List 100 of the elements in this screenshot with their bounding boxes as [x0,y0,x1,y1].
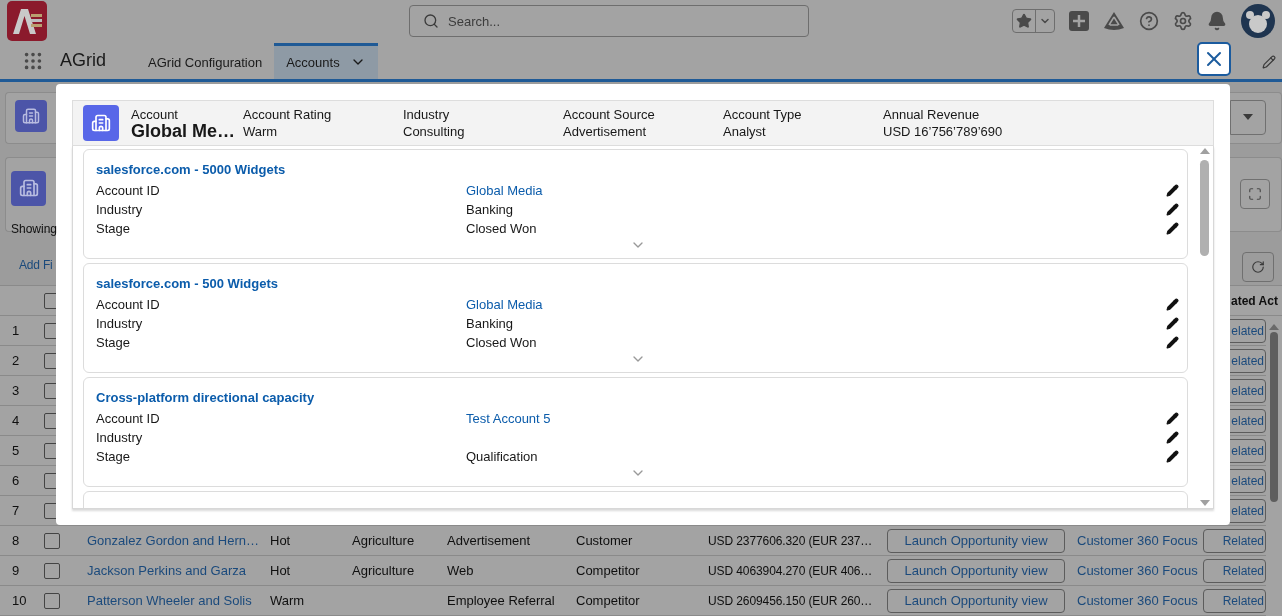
record-title[interactable]: salesforce.com - 500 Widgets [96,274,278,294]
row-number: 4 [11,413,21,428]
account-link[interactable]: Test Account 5 [466,411,551,426]
caret-icon [1243,114,1253,121]
row-number: 7 [11,503,21,518]
focus-link[interactable]: Customer 360 Focus [1068,593,1198,608]
field-value: Analyst [723,123,767,140]
record-title[interactable]: salesforce.com - 5000 Widgets [96,160,286,180]
field-label: Account ID [96,297,161,312]
nav-tab[interactable]: Accounts [274,42,378,79]
field-label: Stage [96,335,131,350]
scroll-up-icon[interactable] [1269,324,1279,330]
field-label: Account Rating [243,106,333,123]
account-link[interactable]: Gonzalez Gordon and Hern… [78,533,261,548]
favorites-button[interactable] [1012,9,1055,34]
showing-text: Showing [11,222,58,236]
row-number: 9 [11,563,21,578]
column-header: ated Act [1231,293,1278,308]
row-number: 6 [11,473,21,488]
table-cell-text: Customer [575,533,634,548]
table-cell-text: Agriculture [351,533,416,548]
row-number: 2 [11,353,21,368]
launch-button[interactable]: Launch Opportunity view [887,558,1065,583]
table-cell-text: Agriculture [351,563,416,578]
mountain-icon[interactable] [1103,11,1125,32]
field-label: Account ID [96,183,161,198]
account-link[interactable]: Global Media [466,183,543,198]
nav-tab[interactable]: AGrid Configuration [136,42,275,79]
field-value: Banking [466,202,513,217]
table-cell-text: Web [446,563,475,578]
expand-icon [1248,187,1262,202]
focus-link[interactable]: Customer 360 Focus [1068,563,1198,578]
field-value: Closed Won [466,221,537,236]
help-icon[interactable] [1139,11,1159,32]
close-button[interactable] [1197,42,1231,76]
account-link[interactable]: Jackson Perkins and Garza [78,563,261,578]
table-cell-text: USD 4063904.270 (EUR 406… [707,563,874,578]
table-cell-text: Advertisement [446,533,532,548]
scroll-thumb[interactable] [1200,160,1209,256]
field-value: Warm [243,123,279,140]
edit-icon[interactable] [1166,222,1180,235]
checkbox[interactable] [44,532,60,549]
scroll-thumb[interactable] [1270,332,1278,502]
app-name: AGrid [60,50,106,72]
checkbox[interactable] [44,592,60,609]
edit-icon[interactable] [1166,336,1180,349]
account-link[interactable]: Patterson Wheeler and Solis [78,593,261,608]
building-icon [83,105,119,141]
table-cell-text: Competitor [575,563,641,578]
edit-icon[interactable] [1166,412,1180,425]
search-icon [423,13,439,29]
table-cell-text: Employee Referral [446,593,556,608]
building-icon [15,99,47,132]
star-icon [1016,13,1032,30]
notifications-icon[interactable] [1207,11,1227,32]
row-number: 8 [11,533,21,548]
field-label: Account ID [96,411,161,426]
launch-button[interactable]: Launch Opportunity view [887,588,1065,613]
table-cell-text: Warm [269,593,306,608]
record-title[interactable]: Cross-platform directional capacity [96,388,315,408]
focus-link[interactable]: Customer 360 Focus [1068,533,1198,548]
search-field[interactable]: Search... [409,5,809,37]
edit-icon[interactable] [1166,431,1180,444]
launch-button[interactable]: Launch Opportunity view [887,528,1065,553]
table-cell-text: Competitor [575,593,641,608]
record-name: Global Me… [131,123,236,140]
table-cell-text: USD 2377606.320 (EUR 237… [707,533,874,548]
avatar[interactable] [1241,4,1275,39]
checkbox[interactable] [44,562,60,579]
refresh-button[interactable] [1242,251,1274,282]
field-label: Account [131,106,179,123]
scroll-up-icon[interactable] [1199,148,1210,154]
field-label: Annual Revenue [883,106,981,123]
field-value: Consulting [403,123,466,140]
field-value: Qualification [466,449,538,464]
edit-icon[interactable] [1166,317,1180,330]
building-icon [11,170,46,206]
field-label: Industry [96,316,144,331]
edit-icon[interactable] [1166,298,1180,311]
scroll-down-icon[interactable] [1199,500,1210,506]
row-number: 5 [11,443,21,458]
row-number: 3 [11,383,21,398]
settings-icon[interactable] [1173,11,1193,32]
scrollbar[interactable] [1266,316,1282,616]
field-label: Industry [96,430,144,445]
plus-icon[interactable] [1069,11,1089,32]
add-filter-link[interactable]: Add Fi [19,257,53,272]
row-number: 10 [11,593,28,608]
expand-button[interactable] [1240,179,1270,210]
app-logo[interactable] [7,1,47,42]
edit-icon[interactable] [1166,450,1180,463]
row-number: 1 [11,323,21,338]
field-label: Account Source [563,106,656,123]
field-value: Closed Won [466,335,537,350]
field-label: Industry [403,106,451,123]
edit-icon[interactable] [1166,184,1180,197]
table-cell-text: Hot [269,533,292,548]
account-link[interactable]: Global Media [466,297,543,312]
edit-icon[interactable] [1166,203,1180,216]
field-value: USD 16’756’789’690 [883,123,1004,140]
